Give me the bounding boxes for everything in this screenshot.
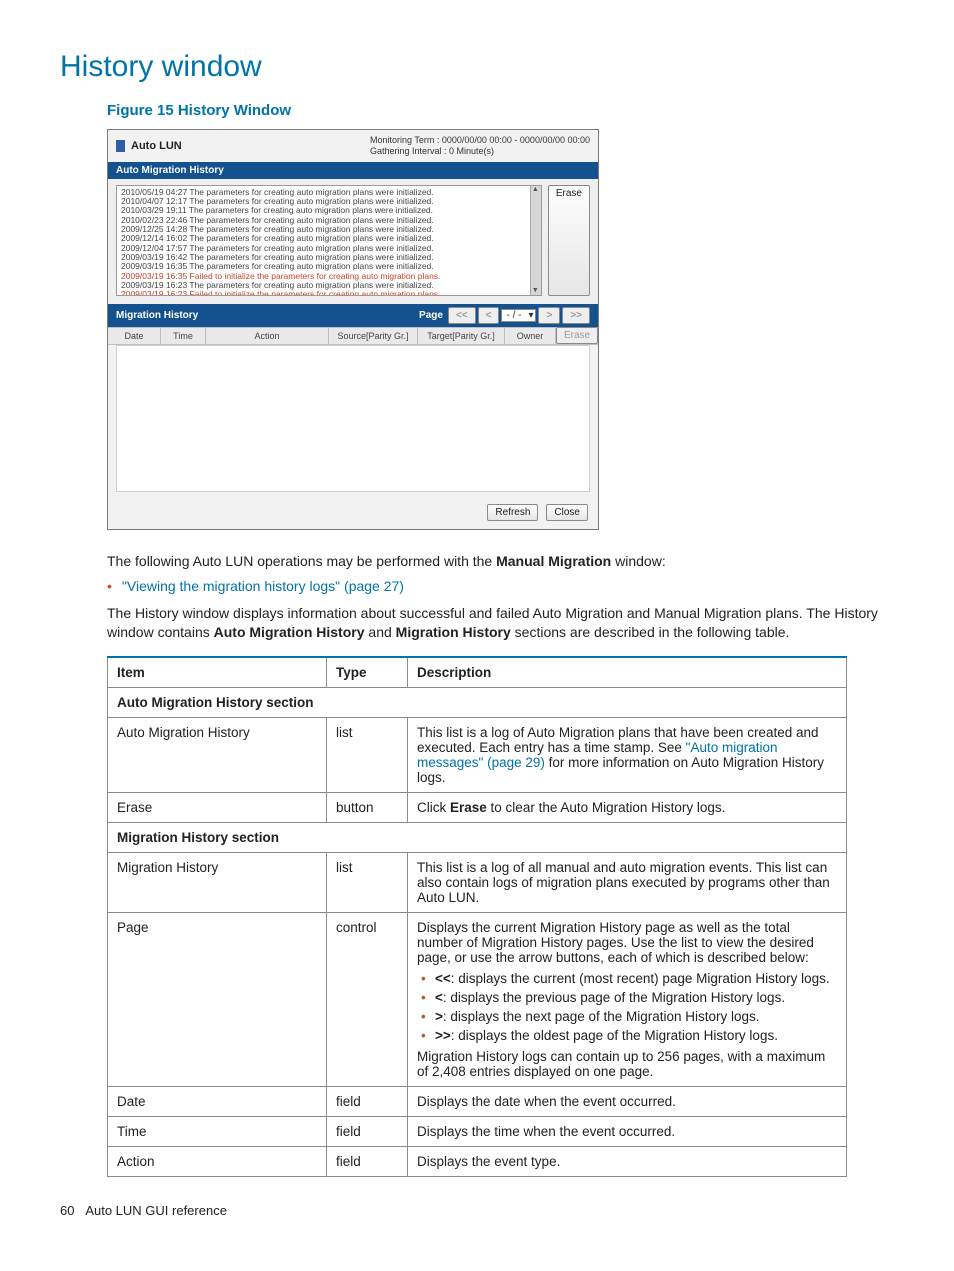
page-prev-button[interactable]: < xyxy=(478,307,500,324)
close-button[interactable]: Close xyxy=(546,504,588,521)
cell-item: Page xyxy=(108,913,327,1087)
cell-item: Date xyxy=(108,1087,327,1117)
cell-item: Time xyxy=(108,1117,327,1147)
app-icon xyxy=(116,140,125,152)
scrollbar[interactable] xyxy=(530,186,541,295)
section-auto-migration: Auto Migration History section xyxy=(108,688,847,718)
figure-caption: Figure 15 History Window xyxy=(107,102,894,119)
cell-desc: Displays the time when the event occurre… xyxy=(408,1117,847,1147)
cell-type: field xyxy=(327,1147,408,1177)
page-footer: 60 Auto LUN GUI reference xyxy=(60,1203,894,1218)
col-source: Source[Parity Gr.] xyxy=(329,328,418,344)
table-row: Auto Migration History list This list is… xyxy=(108,718,847,793)
page-last-button[interactable]: >> xyxy=(562,307,590,324)
text: Click xyxy=(417,800,450,815)
history-window-figure: Auto LUN Monitoring Term : 0000/00/00 00… xyxy=(107,129,599,530)
cell-desc: Displays the current Migration History p… xyxy=(408,913,847,1087)
cell-item: Action xyxy=(108,1147,327,1177)
log-line-error: 2009/03/19 16:23 Failed to initialize th… xyxy=(121,290,537,295)
text: The following Auto LUN operations may be… xyxy=(107,553,496,569)
text: Migration History logs can contain up to… xyxy=(417,1049,837,1079)
text-bold: << xyxy=(435,971,451,986)
erase-button[interactable]: Erase xyxy=(548,185,590,296)
table-row: Action field Displays the event type. xyxy=(108,1147,847,1177)
text: and xyxy=(365,624,396,640)
page-heading: History window xyxy=(60,50,894,84)
text: window: xyxy=(611,553,665,569)
text-bold: Migration History xyxy=(396,624,511,640)
text: : displays the oldest page of the Migrat… xyxy=(451,1028,778,1043)
migration-history-empty xyxy=(116,345,590,492)
window-title: Auto LUN xyxy=(131,140,182,152)
migration-history-bar: Migration History Page << < - / - > >> xyxy=(108,304,598,327)
text: : displays the next page of the Migratio… xyxy=(443,1009,760,1024)
refresh-button[interactable]: Refresh xyxy=(487,504,538,521)
table-row: Date field Displays the date when the ev… xyxy=(108,1087,847,1117)
page-next-button[interactable]: > xyxy=(538,307,560,324)
col-time: Time xyxy=(161,328,206,344)
monitoring-term: Monitoring Term : 0000/00/00 00:00 - 000… xyxy=(370,135,590,146)
text-bold: Auto Migration History xyxy=(214,624,365,640)
text: : displays the previous page of the Migr… xyxy=(443,990,785,1005)
para-description: The History window displays information … xyxy=(107,604,894,642)
page-first-button[interactable]: << xyxy=(448,307,476,324)
auto-migration-history-bar: Auto Migration History xyxy=(108,162,598,179)
cell-desc: Displays the event type. xyxy=(408,1147,847,1177)
page-select[interactable]: - / - xyxy=(501,309,536,322)
table-row: Time field Displays the time when the ev… xyxy=(108,1117,847,1147)
table-row: Migration History list This list is a lo… xyxy=(108,853,847,913)
link-list: "Viewing the migration history logs" (pa… xyxy=(107,578,894,594)
col-date: Date xyxy=(108,328,161,344)
col-action: Action xyxy=(206,328,329,344)
table-row: Erase button Click Erase to clear the Au… xyxy=(108,793,847,823)
col-target: Target[Parity Gr.] xyxy=(418,328,505,344)
text: sections are described in the following … xyxy=(511,624,790,640)
cell-type: list xyxy=(327,853,408,913)
cell-desc: This list is a log of Auto Migration pla… xyxy=(408,718,847,793)
auto-migration-history-log: 2010/05/19 04:27 The parameters for crea… xyxy=(116,185,542,296)
cell-type: list xyxy=(327,718,408,793)
text-bold: >> xyxy=(435,1028,451,1043)
cell-type: control xyxy=(327,913,408,1087)
migration-history-columns: Date Time Action Source[Parity Gr.] Targ… xyxy=(108,327,598,345)
cell-type: field xyxy=(327,1117,408,1147)
cell-type: button xyxy=(327,793,408,823)
link-migration-history-logs[interactable]: "Viewing the migration history logs" (pa… xyxy=(122,578,404,594)
cell-item: Erase xyxy=(108,793,327,823)
cell-item: Migration History xyxy=(108,853,327,913)
cell-desc: This list is a log of all manual and aut… xyxy=(408,853,847,913)
th-description: Description xyxy=(408,657,847,688)
para-intro: The following Auto LUN operations may be… xyxy=(107,552,894,571)
cell-type: field xyxy=(327,1087,408,1117)
text-bold: < xyxy=(435,990,443,1005)
cell-item: Auto Migration History xyxy=(108,718,327,793)
table-erase-button[interactable]: Erase xyxy=(556,327,598,344)
text: to clear the Auto Migration History logs… xyxy=(487,800,726,815)
migration-history-label: Migration History xyxy=(116,310,198,321)
page-number: 60 xyxy=(60,1203,74,1218)
cell-desc: Click Erase to clear the Auto Migration … xyxy=(408,793,847,823)
col-owner: Owner xyxy=(505,328,556,344)
th-type: Type xyxy=(327,657,408,688)
text-bold: > xyxy=(435,1009,443,1024)
text-bold: Erase xyxy=(450,800,487,815)
footer-text: Auto LUN GUI reference xyxy=(85,1203,227,1218)
table-row: Page control Displays the current Migrat… xyxy=(108,913,847,1087)
page-label: Page xyxy=(419,310,443,321)
section-migration-history: Migration History section xyxy=(108,823,847,853)
text: Displays the current Migration History p… xyxy=(417,920,837,965)
cell-desc: Displays the date when the event occurre… xyxy=(408,1087,847,1117)
history-window-table: Item Type Description Auto Migration His… xyxy=(107,656,847,1177)
text: : displays the current (most recent) pag… xyxy=(451,971,830,986)
text-bold: Manual Migration xyxy=(496,553,611,569)
th-item: Item xyxy=(108,657,327,688)
gathering-interval: Gathering Interval : 0 Minute(s) xyxy=(370,146,590,157)
